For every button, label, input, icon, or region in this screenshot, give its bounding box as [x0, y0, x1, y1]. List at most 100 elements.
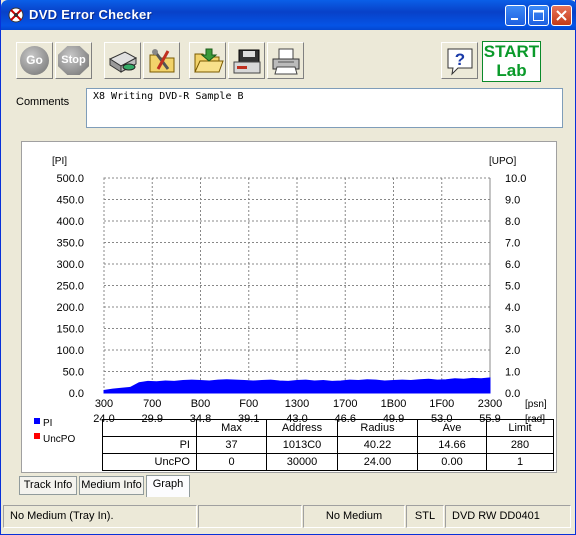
stats-cell: 30000	[266, 453, 338, 471]
legend-uncpo-swatch	[34, 433, 40, 439]
settings-tools-icon	[149, 49, 175, 73]
stats-row-label: PI	[102, 436, 197, 454]
status-no-medium: No Medium	[303, 505, 405, 528]
left-tick-label: 350.0	[56, 238, 84, 250]
print-icon	[272, 48, 300, 75]
left-axis-label: [PI]	[52, 156, 67, 167]
right-tick-label: 5.0	[505, 281, 520, 293]
startlab-logo[interactable]: START Lab	[482, 41, 541, 82]
stats-cell: 1013C0	[266, 436, 338, 454]
stats-header: Max	[196, 419, 267, 437]
stats-cell: 14.66	[417, 436, 487, 454]
left-tick-label: 50.0	[63, 367, 84, 379]
stop-button-label: Stop	[58, 46, 89, 75]
drive-button[interactable]	[104, 42, 141, 79]
logo-text-top: START	[483, 42, 540, 61]
open-button[interactable]	[189, 42, 226, 79]
comments-label: Comments	[16, 96, 70, 108]
stats-row-label: UncPO	[102, 453, 197, 471]
stats-cell: 37	[196, 436, 267, 454]
maximize-button[interactable]	[528, 5, 549, 26]
x-tick-psn: F00	[239, 398, 258, 410]
x-tick-psn: B00	[191, 398, 211, 410]
right-tick-label: 9.0	[505, 195, 520, 207]
stats-header: Limit	[486, 419, 554, 437]
right-tick-label: 2.0	[505, 345, 520, 357]
close-button[interactable]	[551, 5, 572, 26]
left-tick-label: 250.0	[56, 281, 84, 293]
tab-graph[interactable]: Graph	[146, 475, 190, 497]
stats-cell: 0	[196, 453, 267, 471]
stats-row: PI 37 1013C0 40.22 14.66 280	[102, 436, 554, 454]
stats-cell: 40.22	[337, 436, 418, 454]
left-tick-label: 450.0	[56, 195, 84, 207]
x-tick-psn: 1700	[333, 398, 357, 410]
go-button[interactable]: Go	[16, 42, 53, 79]
x-tick-psn: 1B00	[381, 398, 407, 410]
stats-header: Address	[266, 419, 338, 437]
logo-text-bottom: Lab	[496, 61, 527, 80]
right-axis-label: [UPO]	[489, 156, 516, 167]
right-tick-label: 8.0	[505, 216, 520, 228]
maximize-icon	[533, 10, 544, 21]
status-stl: STL	[406, 505, 444, 528]
status-medium: No Medium (Tray In).	[3, 505, 197, 528]
main-window: DVD Error Checker Go Stop ? START Lab Co…	[0, 0, 576, 535]
x-unit-psn: [psn]	[525, 399, 547, 410]
stats-corner	[102, 419, 197, 437]
stats-header: Ave	[417, 419, 487, 437]
right-tick-label: 1.0	[505, 367, 520, 379]
app-icon	[8, 7, 24, 23]
tab-medium-info[interactable]: Medium Info	[79, 476, 144, 495]
legend-uncpo-label: UncPO	[43, 434, 75, 445]
legend-pi-label: PI	[43, 418, 52, 429]
go-button-label: Go	[20, 46, 49, 75]
left-tick-label: 400.0	[56, 216, 84, 228]
left-tick-label: 150.0	[56, 324, 84, 336]
left-tick-label: 100.0	[56, 345, 84, 357]
help-icon: ?	[447, 48, 473, 76]
left-tick-label: 0.0	[69, 388, 84, 400]
right-tick-label: 6.0	[505, 259, 520, 271]
disc-drive-icon	[108, 51, 138, 73]
title-bar[interactable]: DVD Error Checker	[1, 0, 576, 30]
minimize-button[interactable]	[505, 5, 526, 26]
window-title: DVD Error Checker	[29, 7, 152, 22]
stats-cell: 24.00	[337, 453, 418, 471]
pi-series-area	[103, 377, 491, 394]
right-tick-label: 10.0	[505, 173, 526, 185]
left-tick-label: 500.0	[56, 173, 84, 185]
left-tick-label: 300.0	[56, 259, 84, 271]
right-tick-label: 3.0	[505, 324, 520, 336]
save-disk-icon	[233, 49, 261, 74]
help-button[interactable]: ?	[441, 42, 478, 79]
save-button[interactable]	[228, 42, 265, 79]
stop-button[interactable]: Stop	[55, 42, 92, 79]
left-tick-label: 200.0	[56, 302, 84, 314]
right-tick-label: 4.0	[505, 302, 520, 314]
right-tick-label: 0.0	[505, 388, 520, 400]
legend-pi-swatch	[34, 418, 40, 424]
right-tick-label: 7.0	[505, 238, 520, 250]
status-empty	[198, 505, 302, 528]
tab-track-info[interactable]: Track Info	[19, 476, 77, 495]
stats-header-row: Max Address Radius Ave Limit	[102, 419, 554, 437]
stats-cell: 280	[486, 436, 554, 454]
stats-row: UncPO 0 30000 24.00 0.00 1	[102, 453, 554, 471]
comments-field[interactable]: X8 Writing DVD-R Sample B	[86, 88, 563, 128]
print-button[interactable]	[267, 42, 304, 79]
x-tick-psn: 300	[95, 398, 113, 410]
x-tick-psn: 700	[143, 398, 161, 410]
close-icon	[556, 10, 567, 21]
x-tick-psn: 2300	[478, 398, 502, 410]
settings-button[interactable]	[143, 42, 180, 79]
status-drive: DVD RW DD0401	[445, 505, 571, 528]
stats-table: Max Address Radius Ave Limit PI 37 1013C…	[102, 419, 554, 471]
x-tick-psn: 1F00	[429, 398, 454, 410]
svg-text:?: ?	[455, 50, 465, 69]
stats-header: Radius	[337, 419, 418, 437]
stats-cell: 0.00	[417, 453, 487, 471]
stats-cell: 1	[486, 453, 554, 471]
minimize-icon	[511, 18, 518, 20]
x-tick-psn: 1300	[285, 398, 309, 410]
